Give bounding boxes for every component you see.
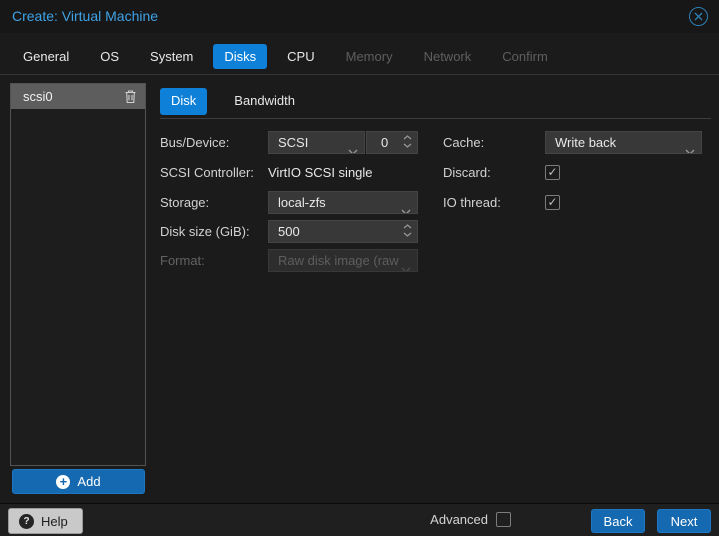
- chevron-down-icon: [401, 258, 411, 271]
- next-button-label: Next: [670, 513, 698, 529]
- dialog-title: Create: Virtual Machine: [12, 8, 159, 24]
- chevron-down-icon: [685, 140, 695, 153]
- tab-cpu[interactable]: CPU: [276, 44, 325, 69]
- cache-select[interactable]: Write back: [545, 131, 702, 154]
- chevron-down-icon: [348, 140, 358, 153]
- discard-label: Discard:: [443, 165, 491, 180]
- footer-bar: ? Help Advanced Back Next: [0, 503, 719, 536]
- next-button[interactable]: Next: [657, 509, 711, 533]
- disk-item-label: scsi0: [23, 89, 53, 104]
- tab-system[interactable]: System: [139, 44, 204, 69]
- bus-device-label: Bus/Device:: [160, 135, 230, 150]
- advanced-label: Advanced: [430, 512, 488, 527]
- tab-bandwidth[interactable]: Bandwidth: [223, 88, 306, 115]
- create-vm-dialog: Create: Virtual Machine General OS Syste…: [0, 0, 719, 536]
- storage-select[interactable]: local-zfs: [268, 191, 418, 214]
- tab-general[interactable]: General: [12, 44, 80, 69]
- disk-tab-strip: Disk Bandwidth: [160, 88, 306, 115]
- row-format: Format: Raw disk image (raw: [160, 249, 711, 272]
- advanced-toggle: Advanced: [430, 512, 511, 527]
- help-button-label: Help: [41, 513, 68, 529]
- disk-size-label: Disk size (GiB):: [160, 224, 250, 239]
- io-thread-label: IO thread:: [443, 195, 501, 210]
- tab-disk[interactable]: Disk: [160, 88, 208, 115]
- add-button[interactable]: + Add: [12, 469, 145, 494]
- disk-list-panel: scsi0: [10, 83, 146, 466]
- close-icon[interactable]: [689, 7, 708, 26]
- io-thread-checkbox[interactable]: [545, 195, 560, 210]
- tab-divider: [160, 118, 711, 119]
- wizard-tab-strip: General OS System Disks CPU Memory Netwo…: [12, 41, 711, 71]
- back-button-label: Back: [603, 513, 633, 529]
- content-area: scsi0 + Add Disk Bandwidth Bus/Device: S…: [0, 74, 719, 503]
- advanced-checkbox[interactable]: [496, 512, 511, 527]
- disk-size-input[interactable]: 500: [268, 220, 418, 243]
- row-bus-cache: Bus/Device: SCSI 0 Cache: Write back: [160, 131, 711, 154]
- plus-icon: +: [56, 474, 71, 489]
- add-button-label: Add: [77, 474, 101, 489]
- format-select: Raw disk image (raw: [268, 249, 418, 272]
- tab-memory: Memory: [345, 48, 393, 64]
- row-disk-size: Disk size (GiB): 500: [160, 220, 711, 243]
- scsi-controller-value: VirtIO SCSI single: [268, 165, 373, 180]
- tab-disks[interactable]: Disks: [213, 43, 268, 69]
- row-storage-iothread: Storage: local-zfs IO thread:: [160, 191, 711, 214]
- device-number-input[interactable]: 0: [366, 131, 418, 154]
- help-button[interactable]: ? Help: [8, 508, 83, 534]
- cache-label: Cache:: [443, 135, 485, 150]
- spinner-arrows-icon[interactable]: [403, 224, 412, 237]
- format-label: Format:: [160, 253, 205, 268]
- discard-checkbox[interactable]: [545, 165, 560, 180]
- chevron-down-icon: [401, 200, 411, 213]
- help-icon: ?: [19, 513, 34, 529]
- disk-list-item-scsi0[interactable]: scsi0: [11, 84, 145, 109]
- trash-icon[interactable]: [124, 89, 137, 104]
- row-controller-discard: SCSI Controller: VirtIO SCSI single Disc…: [160, 161, 711, 184]
- tab-confirm: Confirm: [502, 48, 548, 64]
- tab-network: Network: [423, 48, 472, 64]
- tab-os[interactable]: OS: [89, 44, 130, 69]
- bus-select[interactable]: SCSI: [268, 131, 365, 154]
- storage-label: Storage:: [160, 195, 210, 210]
- back-button[interactable]: Back: [591, 509, 645, 533]
- scsi-controller-label: SCSI Controller:: [160, 165, 254, 180]
- title-bar: Create: Virtual Machine: [0, 0, 719, 33]
- spinner-arrows-icon[interactable]: [403, 135, 412, 148]
